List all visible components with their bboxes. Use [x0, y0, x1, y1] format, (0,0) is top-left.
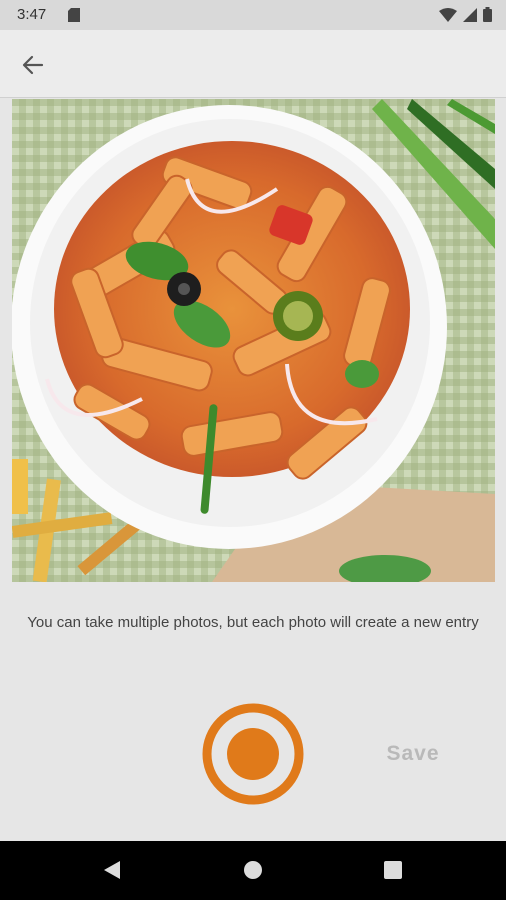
arrow-back-icon — [22, 55, 44, 75]
system-nav-bar — [0, 841, 506, 900]
save-button[interactable]: Save — [378, 742, 448, 772]
sd-card-icon — [68, 8, 80, 22]
signal-icon — [463, 7, 477, 22]
nav-home-icon[interactable] — [242, 859, 264, 881]
hint-text: You can take multiple photos, but each p… — [27, 614, 479, 631]
shutter-button[interactable] — [202, 703, 304, 805]
status-time: 3:47 — [17, 6, 47, 23]
nav-recents-icon[interactable] — [382, 859, 404, 881]
shutter-icon — [202, 703, 304, 805]
photo-preview — [12, 99, 495, 582]
food-photo — [12, 99, 495, 582]
battery-icon — [483, 7, 492, 22]
status-bar: 3:47 — [0, 0, 506, 30]
app-bar — [0, 30, 506, 98]
nav-back-icon[interactable] — [102, 859, 122, 881]
back-button[interactable] — [18, 50, 48, 80]
wifi-icon — [439, 7, 457, 22]
status-icons — [439, 7, 492, 22]
